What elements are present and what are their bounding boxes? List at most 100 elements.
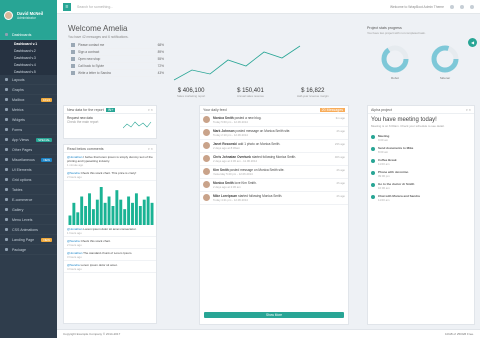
timeline-icon [371, 171, 375, 175]
avatar[interactable] [203, 194, 210, 201]
nav-icon [5, 118, 8, 121]
donut-charts: Robot Sklenar [381, 45, 459, 80]
sidebar-item-dashboards[interactable]: Dashboards [0, 30, 57, 40]
nav-badge: 16/24 [41, 97, 52, 102]
donut-label-robot: Robot [391, 76, 399, 80]
task-icon [71, 50, 75, 54]
timeline-icon [371, 135, 375, 139]
sidebar-item-metrics[interactable]: Metrics [0, 105, 57, 115]
task-row[interactable]: Please contact me 68% [68, 42, 164, 49]
sidebar-item-forms[interactable]: Forms [0, 125, 57, 135]
sidebar: David McNeil Administrator Dashboards Das… [0, 0, 57, 338]
stat-3: $ 16,822 Half-year revenue margin [297, 88, 329, 98]
sidebar-item-e-commerce[interactable]: E-commerce [0, 195, 57, 205]
task-row[interactable]: Call back to Sylvie 72% [68, 63, 164, 70]
hamburger-icon[interactable]: ≡ [63, 2, 71, 11]
sidebar-subitem[interactable]: Dashboard v.3 [0, 54, 57, 61]
avatar[interactable] [4, 10, 13, 20]
chart-bar [115, 190, 119, 225]
avatar[interactable] [203, 155, 210, 162]
timeline-item: Go to the doctor dr Smith 10:00 am [371, 180, 471, 192]
profile-header: David McNeil Administrator [0, 0, 57, 30]
sidebar-item-widgets[interactable]: Widgets [0, 115, 57, 125]
comment-item: @Jonathan I belive that lorem ipsum is s… [64, 153, 156, 169]
sidebar-item-grid-options[interactable]: Grid options [0, 175, 57, 185]
task-row[interactable]: Write a letter to Sandra 43% [68, 70, 164, 77]
project-stats: Project stats progress You have two proj… [367, 26, 475, 96]
nav-icon [5, 208, 8, 211]
nav-icon [5, 148, 8, 151]
nav-icon [5, 33, 8, 36]
feed-item: Monica Smith posted a new blog. Today 5:6… [200, 114, 348, 127]
comment-item: @Jonathan Lorem ipsum dolor sit amet con… [64, 225, 156, 237]
mail-icon[interactable] [450, 4, 454, 9]
sidebar-item-css-animations[interactable]: CSS Animations [0, 225, 57, 235]
timeline-icon [371, 147, 375, 151]
sidebar-item-package[interactable]: Package [0, 245, 57, 255]
sidebar-item-layouts[interactable]: Layouts [0, 75, 57, 85]
sidebar-item-app-views[interactable]: App Views SPECIAL [0, 135, 57, 145]
chart-bar [127, 196, 131, 225]
feed-item: Kim Smith posted message on Monica Smith… [200, 166, 348, 179]
task-list: Please contact me 68% Sign a contract 89% Op… [68, 42, 164, 77]
sidebar-item-menu-levels[interactable]: Menu Levels [0, 215, 57, 225]
sidebar-item-tables[interactable]: Tables [0, 185, 57, 195]
sidebar-item-graphs[interactable]: Graphs [0, 85, 57, 95]
nav-icon [5, 238, 8, 241]
sidebar-item-landing-page[interactable]: Landing Page NEW [0, 235, 57, 245]
avatar[interactable] [203, 142, 210, 149]
task-icon [71, 71, 75, 75]
chart-bar [76, 212, 80, 225]
search-input[interactable]: Search for something... [77, 5, 187, 9]
user-name[interactable]: David McNeil [17, 11, 43, 16]
chart-bar [142, 199, 146, 225]
nav-icon [5, 108, 8, 111]
task-row[interactable]: Sign a contract 89% [68, 49, 164, 56]
sidebar-subitem[interactable]: Dashboard v.1 [0, 40, 57, 47]
sidebar-item-gallery[interactable]: Gallery [0, 205, 57, 215]
task-icon [71, 64, 75, 68]
chart-bar [80, 196, 84, 225]
stock-bar-chart [68, 187, 154, 225]
nav-icon [5, 178, 8, 181]
chart-bar [131, 202, 134, 225]
timeline-icon [371, 195, 375, 199]
sidebar-subitem[interactable]: Dashboard v.4 [0, 61, 57, 68]
show-more-button[interactable]: Show More [204, 312, 344, 318]
nav-icon [5, 158, 8, 161]
sidebar-subitem[interactable]: Dashboard v.2 [0, 47, 57, 54]
daily-feed-card: Your daily feed 20 Messages Monica Smith … [199, 105, 349, 325]
avatar[interactable] [203, 129, 210, 136]
comment-item: @Sandra Lorem ipsum dolor sit amet. 4 hou… [64, 261, 156, 273]
sidebar-subitem[interactable]: Dashboard v.5 [0, 68, 57, 75]
nav-badge: NEW [41, 237, 52, 242]
chart-bar [111, 206, 115, 225]
nav-icon [5, 88, 8, 91]
sidebar-item-other-pages[interactable]: Other Pages [0, 145, 57, 155]
footer: Copyright Example Company © 2014-2017 10G… [57, 329, 480, 338]
avatar[interactable] [203, 116, 210, 123]
timeline-item: Meeting 9:00 am [371, 132, 471, 144]
avatar[interactable] [203, 181, 210, 188]
bell-icon[interactable] [460, 4, 464, 9]
chart-bar [146, 196, 150, 225]
chart-bar [138, 206, 142, 225]
sidebar-item-ui-elements[interactable]: UI Elements [0, 165, 57, 175]
task-icon [71, 57, 75, 61]
feed-item: Chris Johnatan Overtunk started followin… [200, 153, 348, 166]
timeline-item: Phone with Jeronimo 09:00 pm [371, 168, 471, 180]
sparkline [123, 121, 152, 129]
welcome-subtitle: You have 42 messages and 6 notifications… [68, 35, 129, 39]
sales-line-chart [173, 45, 301, 81]
nav-icon [5, 168, 8, 171]
logout-icon[interactable] [470, 4, 474, 9]
sidebar-item-miscellaneous[interactable]: Miscellaneous NEW [0, 155, 57, 165]
chart-bar [134, 193, 138, 225]
task-row[interactable]: Open new shop 55% [68, 56, 164, 63]
avatar[interactable] [203, 168, 210, 175]
new-data-card: New data for the report IN+ ▾ ✕ Request ne… [63, 105, 157, 139]
settings-fab-icon[interactable]: ◀ [468, 38, 477, 47]
sidebar-item-mailbox[interactable]: Mailbox 16/24 [0, 95, 57, 105]
comment-item: @Jonathan The standard chunk of Lorem Ip… [64, 249, 156, 261]
user-role: Administrator [17, 15, 36, 20]
